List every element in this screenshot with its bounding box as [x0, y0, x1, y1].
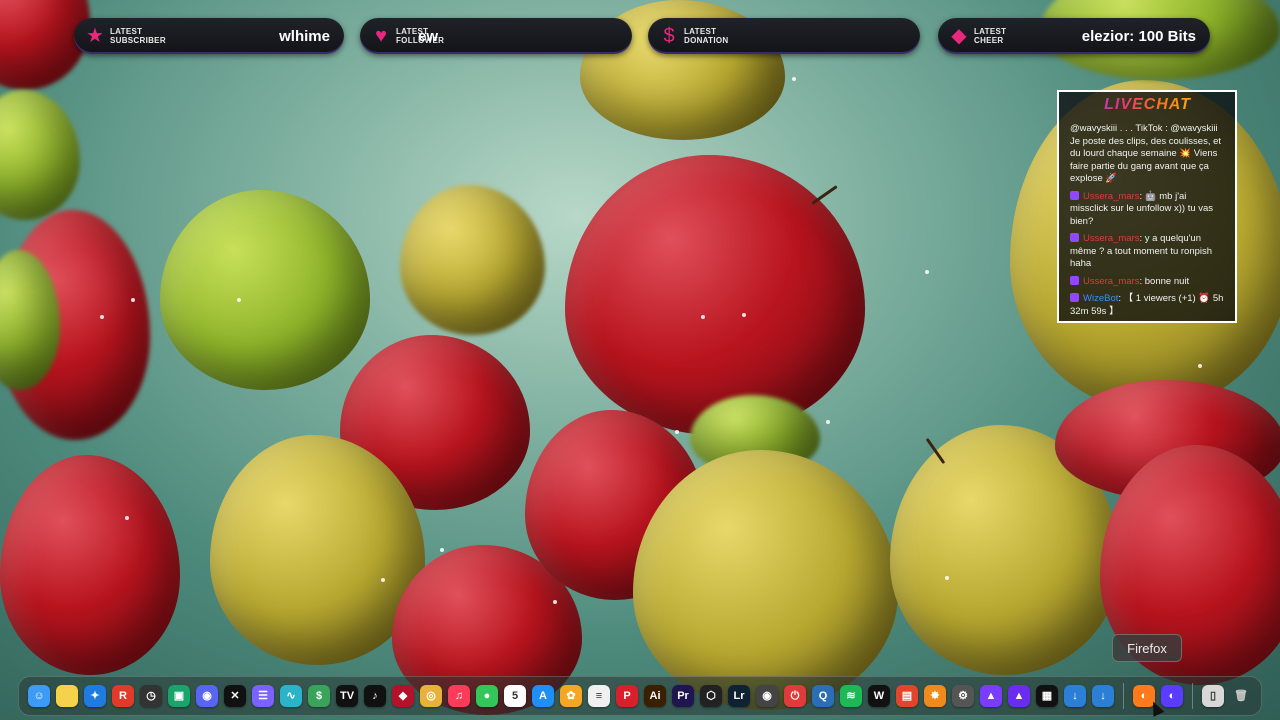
user-badge-icon	[1070, 190, 1079, 200]
dock-tooltip: Firefox	[1112, 634, 1182, 662]
chat-message-text: @wavyskiii . . . TikTok : @wavyskiii Je …	[1070, 123, 1222, 184]
capcut-icon[interactable]: ✕	[224, 685, 246, 707]
mixer-app-icon[interactable]: ▦	[1036, 685, 1058, 707]
chat-message: Ussera_mars: 🤖 mb j'ai missclick sur le …	[1070, 190, 1225, 229]
lightroom-icon[interactable]: Lr	[728, 685, 750, 707]
music-icon[interactable]: ♫	[448, 685, 470, 707]
menu-app-icon[interactable]: ☰	[252, 685, 274, 707]
alert-value: elezior: 100 Bits	[1081, 27, 1196, 45]
chat-username[interactable]: Ussera_mars	[1083, 233, 1140, 244]
user-badge-icon	[1070, 293, 1079, 302]
app-r-icon[interactable]: R	[112, 685, 134, 707]
flstudio-icon[interactable]: ✸	[924, 685, 946, 707]
coin-app-icon[interactable]: $	[308, 685, 330, 707]
tradingview-icon[interactable]: TV	[336, 685, 358, 707]
chat-message: Ussera_mars: y a quelqu'un même ? a tout…	[1070, 233, 1225, 271]
chrome-icon[interactable]: ◎	[420, 685, 442, 707]
alert-value: wlhime	[279, 27, 330, 45]
latest-follower-bar: ♥ LATEST FOLLOWER ew	[360, 18, 632, 54]
alert-value: ew	[418, 27, 439, 45]
acrobat-icon[interactable]: P	[616, 685, 638, 707]
alert-label: LATEST CHEER	[974, 27, 1007, 45]
red-app-icon[interactable]: ◆	[392, 685, 414, 707]
latest-cheer-bar: ◆ LATEST CHEER elezior: 100 Bits	[938, 18, 1210, 54]
alert-label: LATEST SUBSCRIBER	[110, 27, 166, 45]
chat-message: @wavyskiii . . . TikTok : @wavyskiii Je …	[1070, 123, 1225, 186]
chat-message-text: : bonne nuit	[1139, 275, 1190, 287]
download-app-icon[interactable]: ↓	[1064, 685, 1086, 707]
premiere-icon[interactable]: Pr	[672, 685, 694, 707]
power-app-icon[interactable]: ⏻	[784, 685, 806, 707]
clock-app-icon[interactable]: ◷	[140, 685, 162, 707]
obs-icon[interactable]: ◉	[756, 685, 778, 707]
latest-subscriber-bar: ★ LATEST SUBSCRIBER wlhime	[74, 18, 344, 54]
trash-icon[interactable]: 🗑	[1230, 685, 1252, 707]
chat-username[interactable]: Ussera_mars	[1083, 276, 1140, 287]
heart-icon: ♥	[375, 25, 387, 47]
document-icon[interactable]: ▯	[1202, 685, 1224, 707]
waves-icon[interactable]: W	[868, 685, 890, 707]
star-icon: ★	[86, 25, 104, 47]
messages-icon[interactable]: ●	[476, 685, 498, 707]
triangle-app-icon[interactable]: ▲	[980, 685, 1002, 707]
dock-separator	[1123, 683, 1124, 709]
user-badge-icon	[1070, 275, 1079, 285]
gamepad-icon[interactable]: ✦	[84, 685, 106, 707]
download-app2-icon[interactable]: ↓	[1092, 685, 1114, 707]
livechat-title: LIVECHAT	[1070, 96, 1225, 114]
alert-label: LATEST DONATION	[684, 27, 729, 45]
discord-icon[interactable]: ◉	[196, 685, 218, 707]
unity-icon[interactable]: ⬡	[700, 685, 722, 707]
appstore-icon[interactable]: A	[532, 685, 554, 707]
chat-username[interactable]: Ussera_mars	[1083, 191, 1140, 202]
quicktime-icon[interactable]: Q	[812, 685, 834, 707]
android-icon[interactable]: ▣	[168, 685, 190, 707]
chat-message: Ussera_mars: bonne nuit	[1070, 275, 1225, 289]
diamond-icon: ◆	[951, 25, 967, 47]
illustrator-icon[interactable]: Ai	[644, 685, 666, 707]
notes-icon[interactable]	[56, 685, 78, 707]
photos-icon[interactable]: ✿	[560, 685, 582, 707]
finder-icon[interactable]: ☺	[28, 685, 50, 707]
firefox-dev-icon[interactable]: ◐	[1161, 685, 1183, 707]
dollar-icon: $	[663, 25, 675, 47]
user-badge-icon	[1070, 233, 1079, 242]
chart-app-icon[interactable]: ∿	[280, 685, 302, 707]
dock-separator	[1192, 683, 1193, 709]
triangle-app2-icon[interactable]: ▲	[1008, 685, 1030, 707]
latest-donation-bar: $ LATEST DONATION	[648, 18, 920, 54]
gear-app-icon[interactable]: ⚙	[952, 685, 974, 707]
calendar-icon[interactable]: 5	[504, 685, 526, 707]
tiktok-icon[interactable]: ♪	[364, 685, 386, 707]
dock: ☺ ✦ R ◷ ▣ ◉ ✕ ☰ ∿ $ TV ♪ ◆ ◎ ♫ ● 5 A ✿ ≡ P Ai Pr ⬡ Lr ◉ ⏻ Q ≋ W ▤ ✸ ⚙ ▲ ▲ ▦…	[18, 676, 1262, 716]
chat-username[interactable]: WizeBot	[1083, 293, 1118, 304]
stack-app-icon[interactable]: ▤	[896, 685, 918, 707]
livechat-panel: LIVECHAT @wavyskiii . . . TikTok : @wavy…	[1057, 90, 1237, 323]
reminders-icon[interactable]: ≡	[588, 685, 610, 707]
spotify-icon[interactable]: ≋	[840, 685, 862, 707]
chat-message: WizeBot: 【 1 viewers (+1) ⏰ 5h 32m 59s 】	[1070, 293, 1225, 318]
